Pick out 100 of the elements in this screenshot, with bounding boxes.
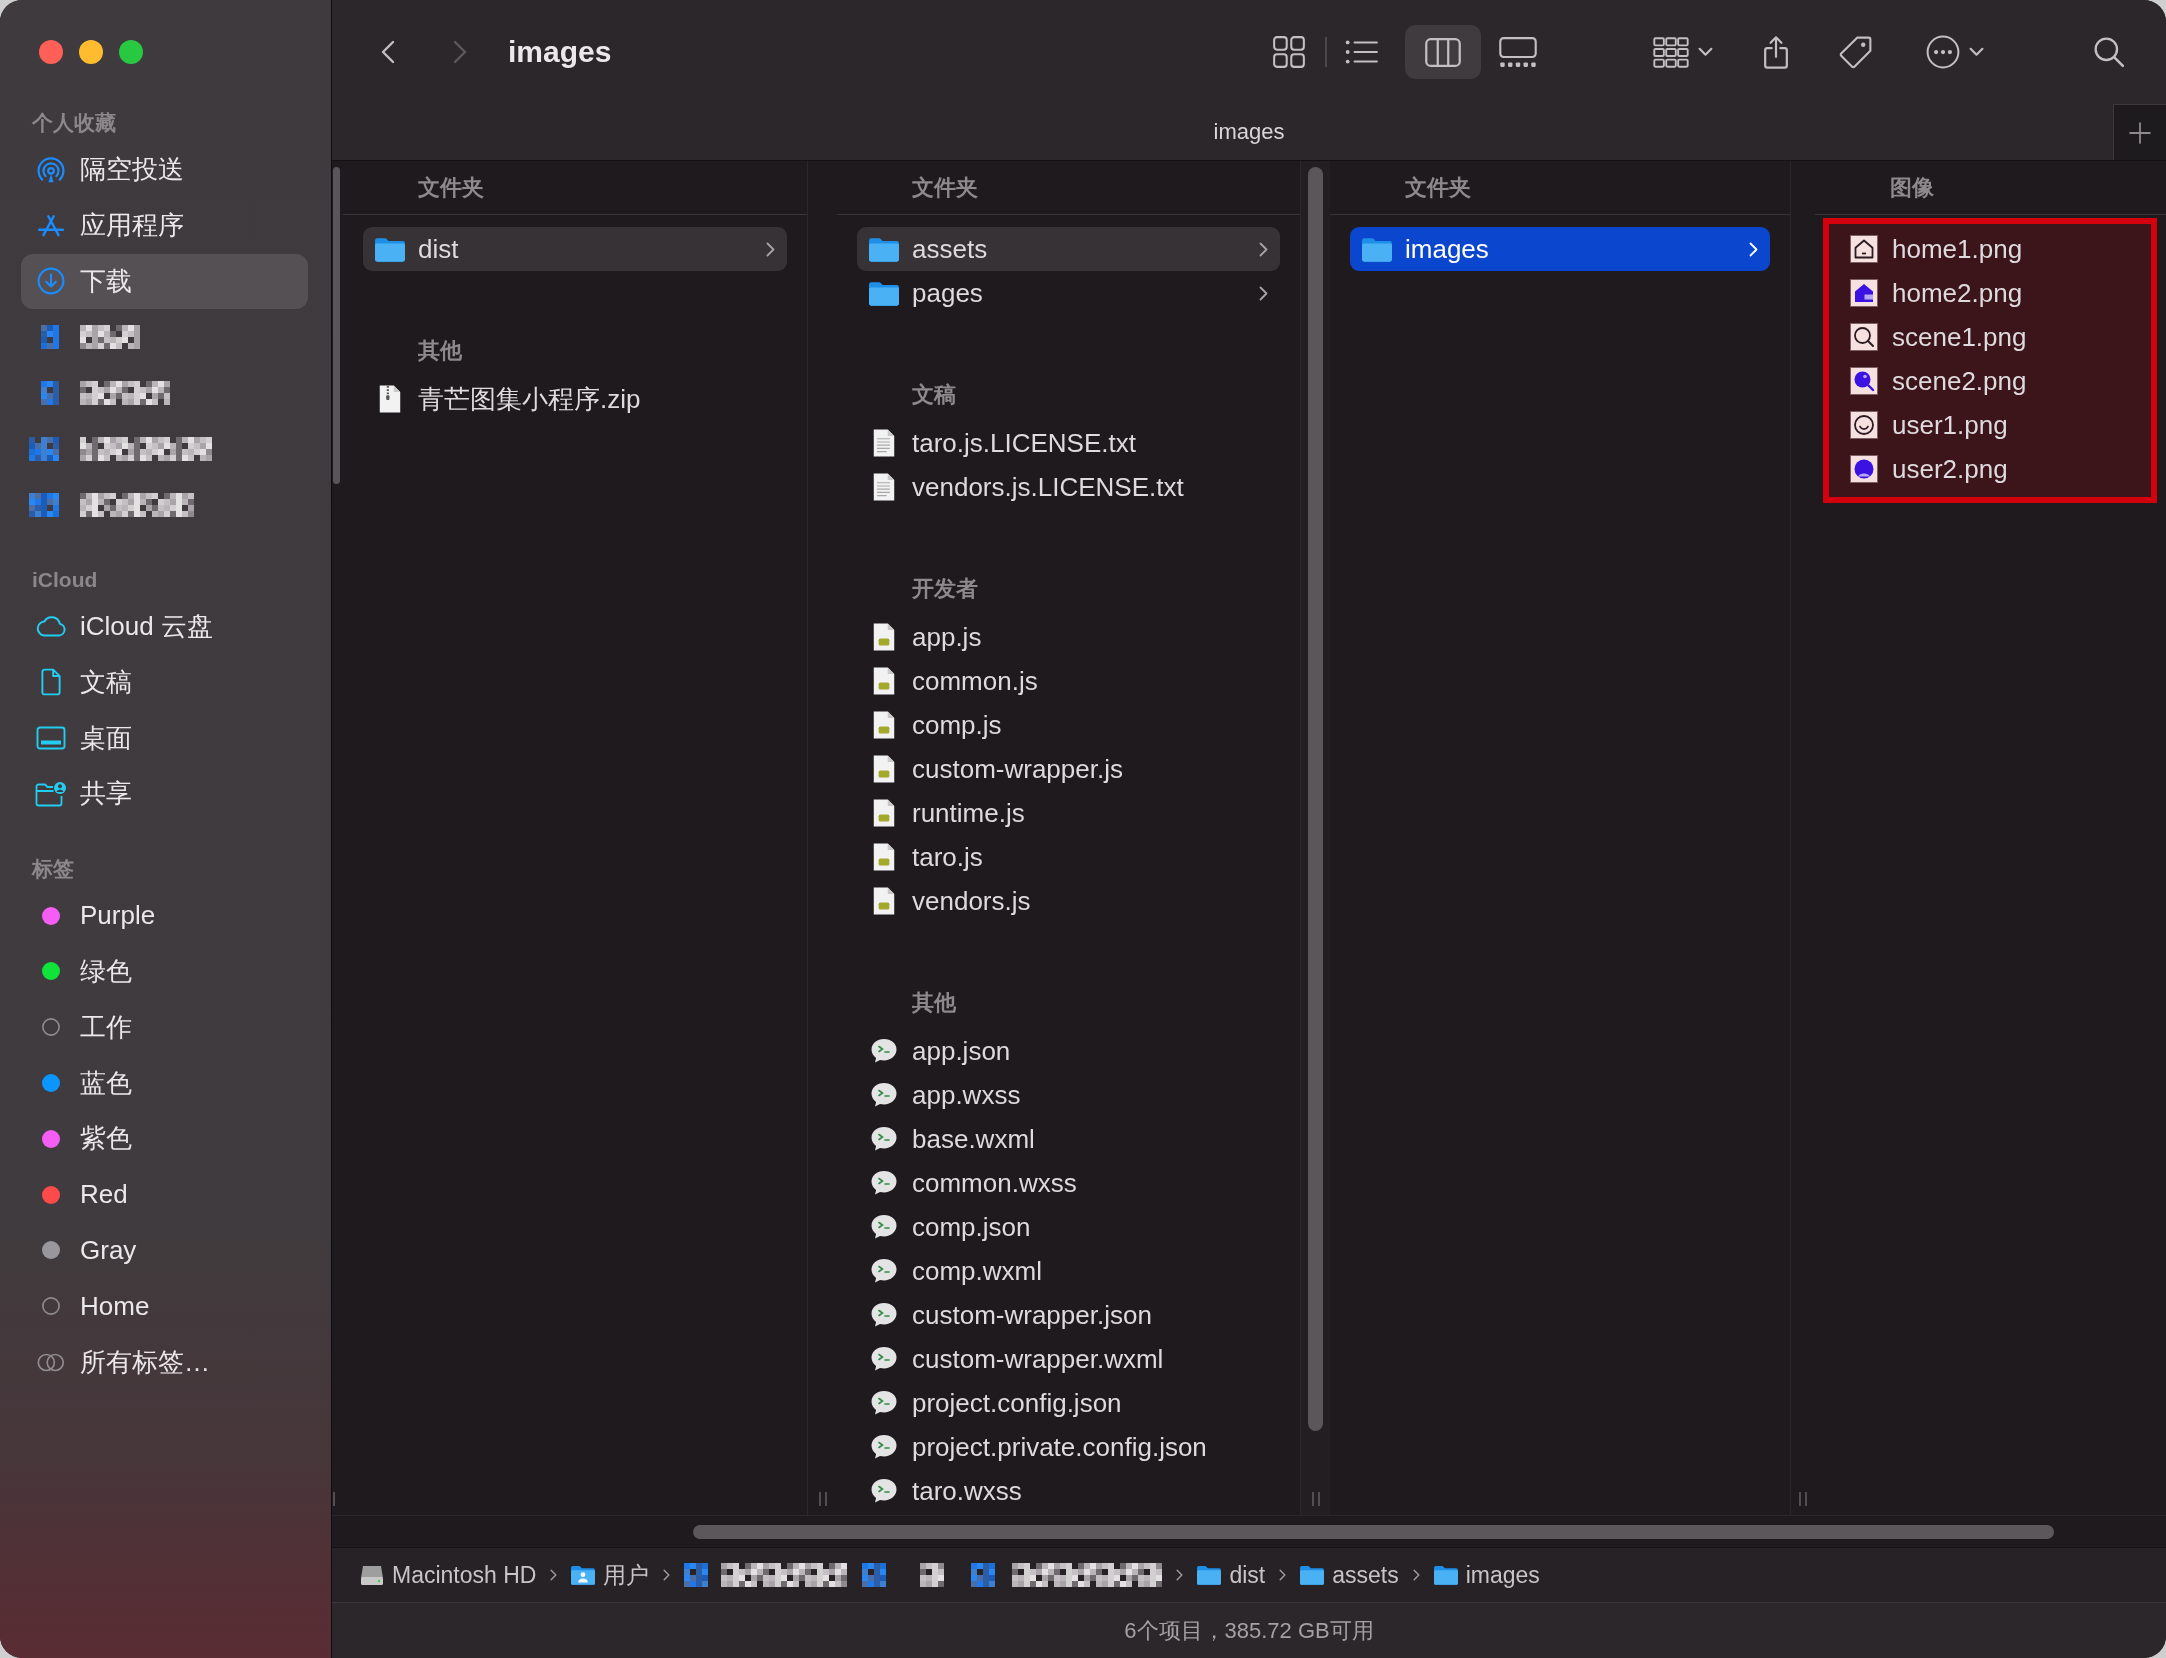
file-row[interactable]: common.js [857, 659, 1280, 703]
path-item[interactable]: assets [1300, 1561, 1399, 1589]
file-row[interactable]: app.wxss [857, 1073, 1280, 1117]
folder-row[interactable]: pages [857, 271, 1280, 315]
path-item[interactable]: dist [1197, 1561, 1266, 1589]
new-tab-button[interactable] [2113, 104, 2166, 160]
script-file-icon [873, 623, 895, 651]
folder-icon [869, 236, 899, 262]
path-item[interactable]: Macintosh HD [360, 1561, 537, 1589]
group-heading: 文稿 [912, 381, 956, 409]
file-row[interactable]: user1.png [1829, 403, 2151, 447]
file-row[interactable]: comp.js [857, 703, 1280, 747]
sidebar-item[interactable]: 蓝色 [21, 1055, 308, 1111]
chat-bubble-icon [870, 1038, 898, 1064]
group-heading: 文件夹 [418, 173, 484, 202]
cloud-icon [35, 615, 67, 638]
file-row[interactable]: common.wxss [857, 1161, 1280, 1205]
file-row[interactable]: vendors.js.LICENSE.txt [857, 465, 1280, 509]
column-view-button[interactable] [1405, 25, 1481, 79]
resize-handle-icon [818, 1492, 827, 1506]
file-row[interactable]: 青芒图集小程序.zip [363, 377, 787, 421]
folder-row[interactable]: images [1350, 227, 1770, 271]
folder-row[interactable]: assets [857, 227, 1280, 271]
ellipsis-circle-icon [1926, 35, 1960, 69]
sidebar-item[interactable]: Purple [21, 887, 308, 944]
path-item[interactable]: 用户 [571, 1559, 650, 1591]
sidebar-item[interactable]: Home [21, 1278, 308, 1335]
resize-handle-icon [333, 1492, 335, 1506]
script-file-icon [873, 711, 895, 739]
file-row[interactable]: comp.json [857, 1205, 1280, 1249]
share-icon [1763, 34, 1789, 70]
chevron-icon [1259, 241, 1268, 257]
group-heading: 其他 [912, 989, 956, 1017]
tag-icon [1838, 35, 1872, 69]
file-row[interactable]: home2.png [1829, 271, 2151, 315]
sidebar-item[interactable]: 应用程序 [21, 197, 308, 254]
file-row[interactable]: base.wxml [857, 1117, 1280, 1161]
chat-bubble-icon [870, 1478, 898, 1504]
folder-row[interactable]: dist [363, 227, 787, 271]
file-row[interactable]: taro.js [857, 835, 1280, 879]
file-row[interactable]: taro.wxss [857, 1469, 1280, 1513]
chevron-icon [550, 1569, 558, 1581]
tag-ring-icon [42, 1297, 60, 1316]
file-row[interactable]: project.private.config.json [857, 1425, 1280, 1469]
sidebar-item[interactable]: 下载 [21, 253, 308, 310]
text-file-icon [873, 473, 895, 501]
sidebar-item[interactable]: Gray [21, 1222, 308, 1279]
status-text: 6个项目，385.72 GB可用 [1124, 1616, 1374, 1645]
concentric-rings-icon [37, 156, 65, 183]
sidebar-item[interactable]: 紫色 [21, 1110, 308, 1167]
tag-ring-icon [42, 1018, 60, 1037]
file-row[interactable]: project.config.json [857, 1381, 1280, 1425]
sidebar-item[interactable]: 所有标签… [21, 1334, 308, 1390]
chat-bubble-icon [870, 1434, 898, 1460]
sidebar-item[interactable]: 共享 [21, 765, 308, 822]
arrow-down-circle-icon [37, 267, 65, 296]
scrollbar-thumb[interactable] [333, 167, 340, 484]
chevron-icon [663, 1569, 671, 1581]
sidebar-item[interactable]: 文稿 [21, 654, 308, 711]
sidebar-item[interactable]: 隔空投送 [21, 142, 308, 198]
list-icon [1345, 39, 1379, 65]
path-item[interactable]: images [1433, 1561, 1540, 1589]
chat-bubble-icon [870, 1346, 898, 1372]
sidebar-item[interactable]: Red [21, 1166, 308, 1223]
folder-icon [1197, 1565, 1222, 1585]
folder-icon [1362, 236, 1392, 262]
minimize-button[interactable] [79, 40, 103, 64]
sidebar-item[interactable]: 绿色 [21, 943, 308, 1000]
file-row[interactable]: app.js [857, 615, 1280, 659]
file-row[interactable]: scene2.png [1829, 359, 2151, 403]
file-row[interactable]: home1.png [1829, 227, 2151, 271]
script-file-icon [873, 755, 895, 783]
file-row[interactable]: comp.wxml [857, 1249, 1280, 1293]
scrollbar-thumb[interactable] [1308, 167, 1323, 1431]
sidebar-heading: 个人收藏 [32, 110, 116, 136]
file-row[interactable]: runtime.js [857, 791, 1280, 835]
sidebar-item[interactable]: iCloud 云盘 [21, 598, 308, 655]
file-row[interactable]: custom-wrapper.json [857, 1293, 1280, 1337]
scrollbar-thumb[interactable] [693, 1524, 2054, 1539]
file-row[interactable]: taro.js.LICENSE.txt [857, 421, 1280, 465]
group-heading: 开发者 [912, 575, 978, 603]
script-file-icon [873, 843, 895, 871]
close-button[interactable] [39, 40, 63, 64]
chevron-icon [1412, 1569, 1420, 1581]
chat-bubble-icon [870, 1390, 898, 1416]
zoom-button[interactable] [119, 40, 143, 64]
chevron-icon [766, 241, 775, 257]
sidebar-item[interactable]: 工作 [21, 999, 308, 1056]
file-row[interactable]: custom-wrapper.js [857, 747, 1280, 791]
file-row[interactable]: vendors.js [857, 879, 1280, 923]
file-row[interactable]: user2.png [1829, 447, 2151, 491]
file-row[interactable]: app.json [857, 1029, 1280, 1073]
chevron-right-icon [453, 40, 467, 64]
sidebar-item[interactable]: 桌面 [21, 710, 308, 766]
file-row[interactable]: custom-wrapper.wxml [857, 1337, 1280, 1381]
chat-bubble-icon [870, 1126, 898, 1152]
gallery-icon [1499, 36, 1537, 68]
group-heading: 图像 [1890, 173, 1934, 202]
search-icon [2093, 36, 2125, 68]
file-row[interactable]: scene1.png [1829, 315, 2151, 359]
